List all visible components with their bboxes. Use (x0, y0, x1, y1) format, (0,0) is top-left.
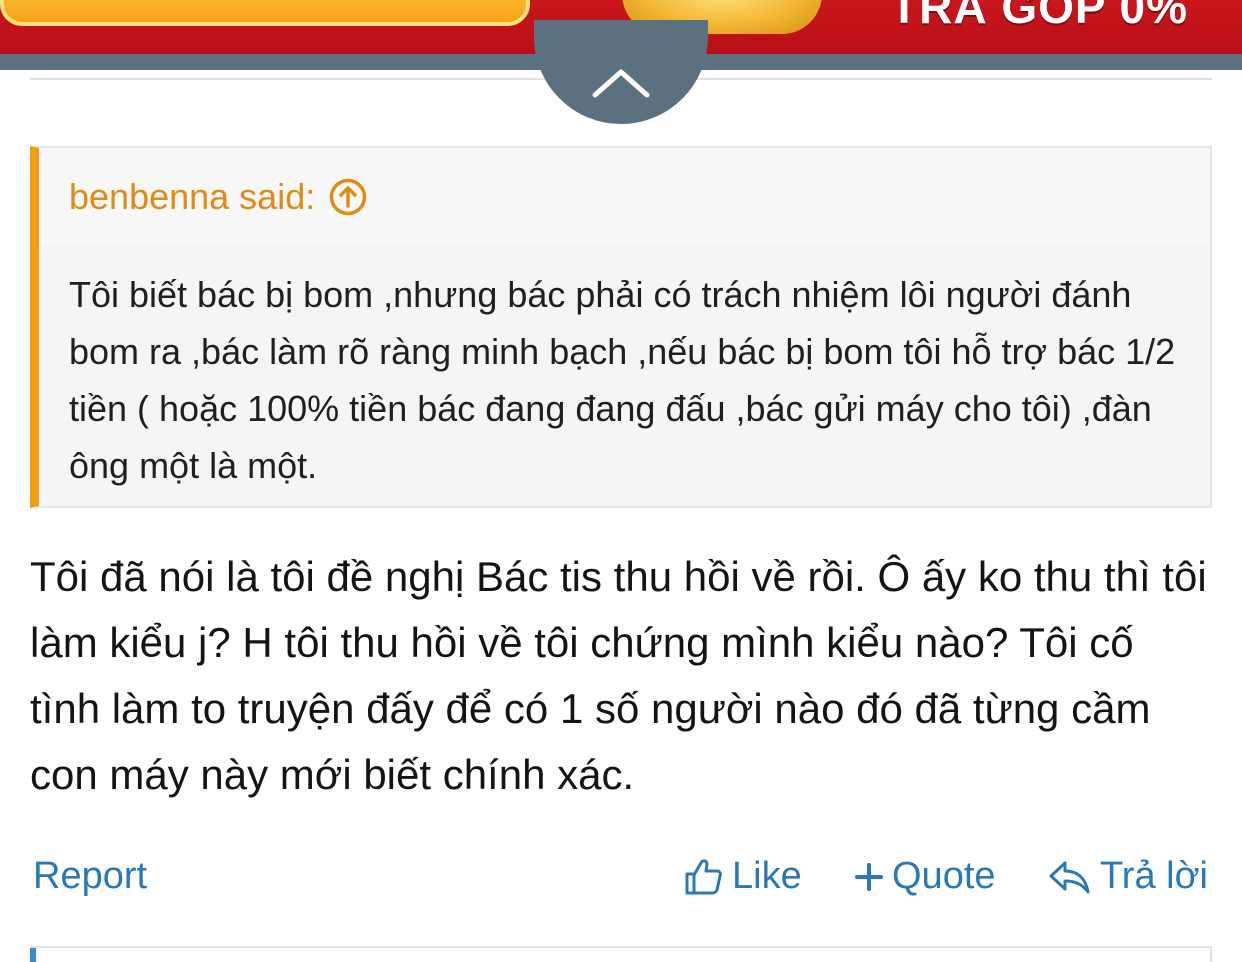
quote-author-link[interactable]: benbenna said: (69, 176, 367, 218)
next-post-accent (30, 948, 36, 962)
report-link[interactable]: Report (33, 855, 147, 898)
quote-block: benbenna said: Tôi biết bác bị bom ,nhưn… (30, 146, 1212, 508)
scroll-to-top-button[interactable] (534, 20, 708, 124)
ad-left-graphic (0, 0, 530, 26)
plus-icon (855, 862, 883, 891)
like-button[interactable]: Like (684, 855, 802, 898)
like-label: Like (732, 855, 802, 897)
reply-button[interactable]: Trả lời (1048, 855, 1208, 898)
reply-arrow-icon (1049, 861, 1090, 893)
thumbs-up-icon (685, 858, 722, 894)
arrow-up-circle-icon[interactable] (329, 178, 367, 216)
quote-button[interactable]: Quote (854, 855, 996, 898)
quote-body-text: Tôi biết bác bị bom ,nhưng bác phải có t… (69, 274, 1176, 486)
reply-label: Trả lời (1100, 855, 1208, 897)
post-action-bar: Report Like Quote Trả lời (0, 852, 1242, 904)
chevron-up-icon (592, 69, 650, 98)
post-body-text: Tôi đã nói là tôi đề nghị Bác tis thu hồ… (30, 553, 1207, 798)
forum-page: TRẢ GÓP 0% benbenna said: Tôi biết bác b… (0, 0, 1242, 962)
next-post-container (30, 946, 1212, 962)
quote-label: Quote (892, 855, 996, 897)
quote-author-label: benbenna said: (69, 176, 316, 217)
ad-text: TRẢ GÓP 0% (890, 0, 1188, 33)
